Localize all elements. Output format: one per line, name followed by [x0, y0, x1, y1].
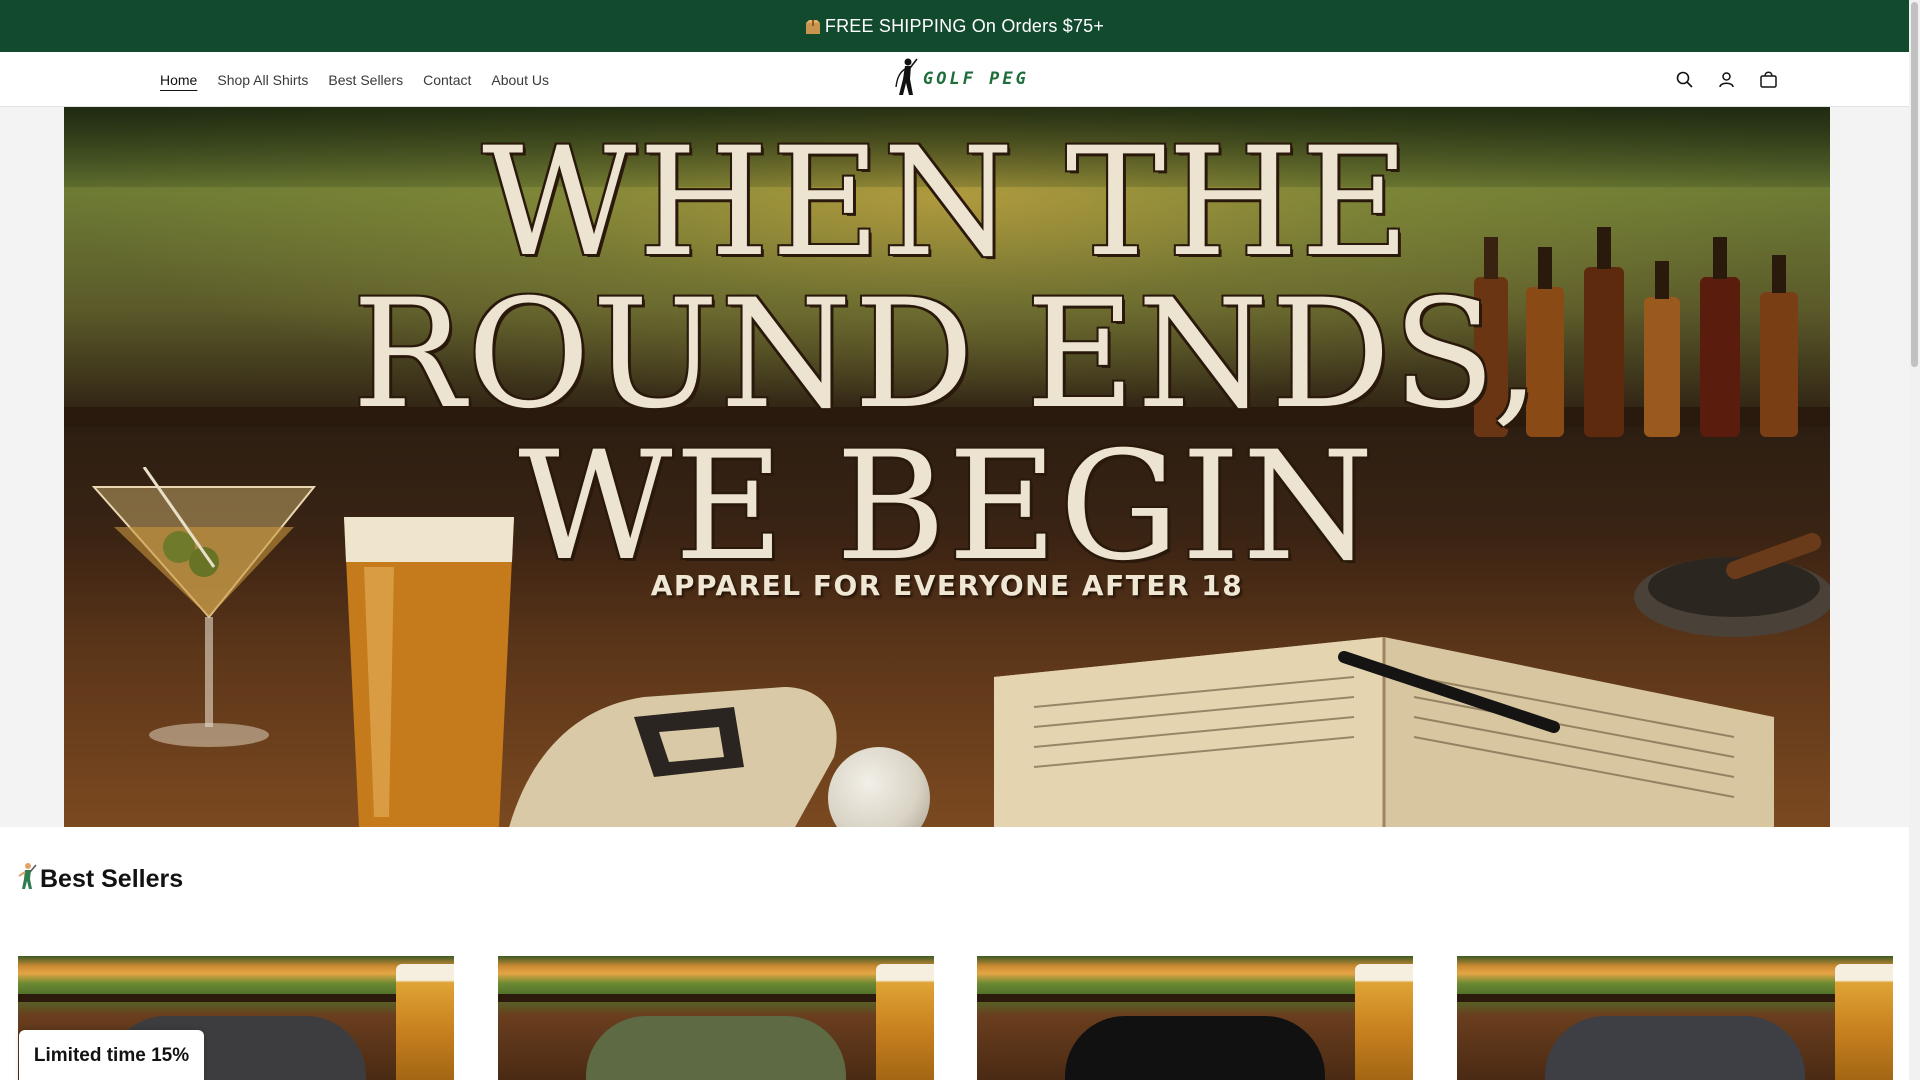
- tshirt-image: [1545, 1016, 1805, 1080]
- announcement-bar: FREE SHIPPING On Orders $75+: [0, 0, 1909, 52]
- nav-about-us[interactable]: About Us: [491, 68, 549, 92]
- account-icon[interactable]: [1715, 69, 1737, 91]
- hero-title-line: ROUND ENDS,: [352, 268, 1542, 442]
- product-grid: [18, 956, 1894, 1080]
- window-ledge: [498, 994, 934, 1002]
- site-logo[interactable]: GOLF PEG: [893, 58, 1029, 100]
- hero-title-line: WHEN THE: [482, 116, 1412, 290]
- beer-glass-image: [396, 964, 454, 1080]
- beer-glass-image: [876, 964, 934, 1080]
- product-card[interactable]: [1457, 956, 1893, 1080]
- main-nav: Home Shop All Shirts Best Sellers Contac…: [160, 52, 549, 107]
- window-ledge: [18, 994, 454, 1002]
- beer-glass-image: [1355, 964, 1413, 1080]
- nav-contact[interactable]: Contact: [423, 68, 471, 92]
- hero-section: WHEN THE ROUND ENDS, WE BEGIN APPAREL FO…: [0, 107, 1909, 827]
- header-icons: [1673, 52, 1779, 107]
- best-sellers-title: Best Sellers: [40, 865, 184, 893]
- window-ledge: [1457, 994, 1893, 1002]
- scrollbar-thumb[interactable]: [1911, 2, 1918, 367]
- logo-text: GOLF PEG: [923, 69, 1029, 89]
- nav-shop-all-shirts[interactable]: Shop All Shirts: [217, 68, 308, 92]
- golfer-icon: [16, 862, 38, 897]
- package-icon: [805, 19, 821, 35]
- hero-title-line: WE BEGIN: [518, 420, 1376, 594]
- golf-glove-image: [509, 687, 837, 827]
- hero-subtitle: APPAREL FOR EVERYONE AFTER 18: [650, 569, 1244, 602]
- cart-icon[interactable]: [1757, 69, 1779, 91]
- nav-home[interactable]: Home: [160, 68, 197, 92]
- tshirt-image: [586, 1016, 846, 1080]
- announcement-text: FREE SHIPPING On Orders $75+: [824, 15, 1105, 36]
- limited-time-promo-button[interactable]: Limited time 15%: [19, 1030, 204, 1080]
- beer-glass-image: [1835, 964, 1893, 1080]
- site-header: Home Shop All Shirts Best Sellers Contac…: [0, 52, 1909, 107]
- tshirt-image: [1065, 1016, 1325, 1080]
- hero-banner[interactable]: WHEN THE ROUND ENDS, WE BEGIN APPAREL FO…: [64, 107, 1830, 827]
- search-icon[interactable]: [1673, 69, 1695, 91]
- golfer-silhouette-icon: [893, 57, 919, 102]
- product-card[interactable]: [977, 956, 1413, 1080]
- hero-title: WHEN THE ROUND ENDS, WE BEGIN: [64, 127, 1830, 583]
- nav-best-sellers[interactable]: Best Sellers: [328, 68, 403, 92]
- window-ledge: [977, 994, 1413, 1002]
- page-scrollbar[interactable]: [1909, 0, 1920, 1080]
- product-card[interactable]: [498, 956, 934, 1080]
- best-sellers-heading: Best Sellers: [16, 862, 183, 897]
